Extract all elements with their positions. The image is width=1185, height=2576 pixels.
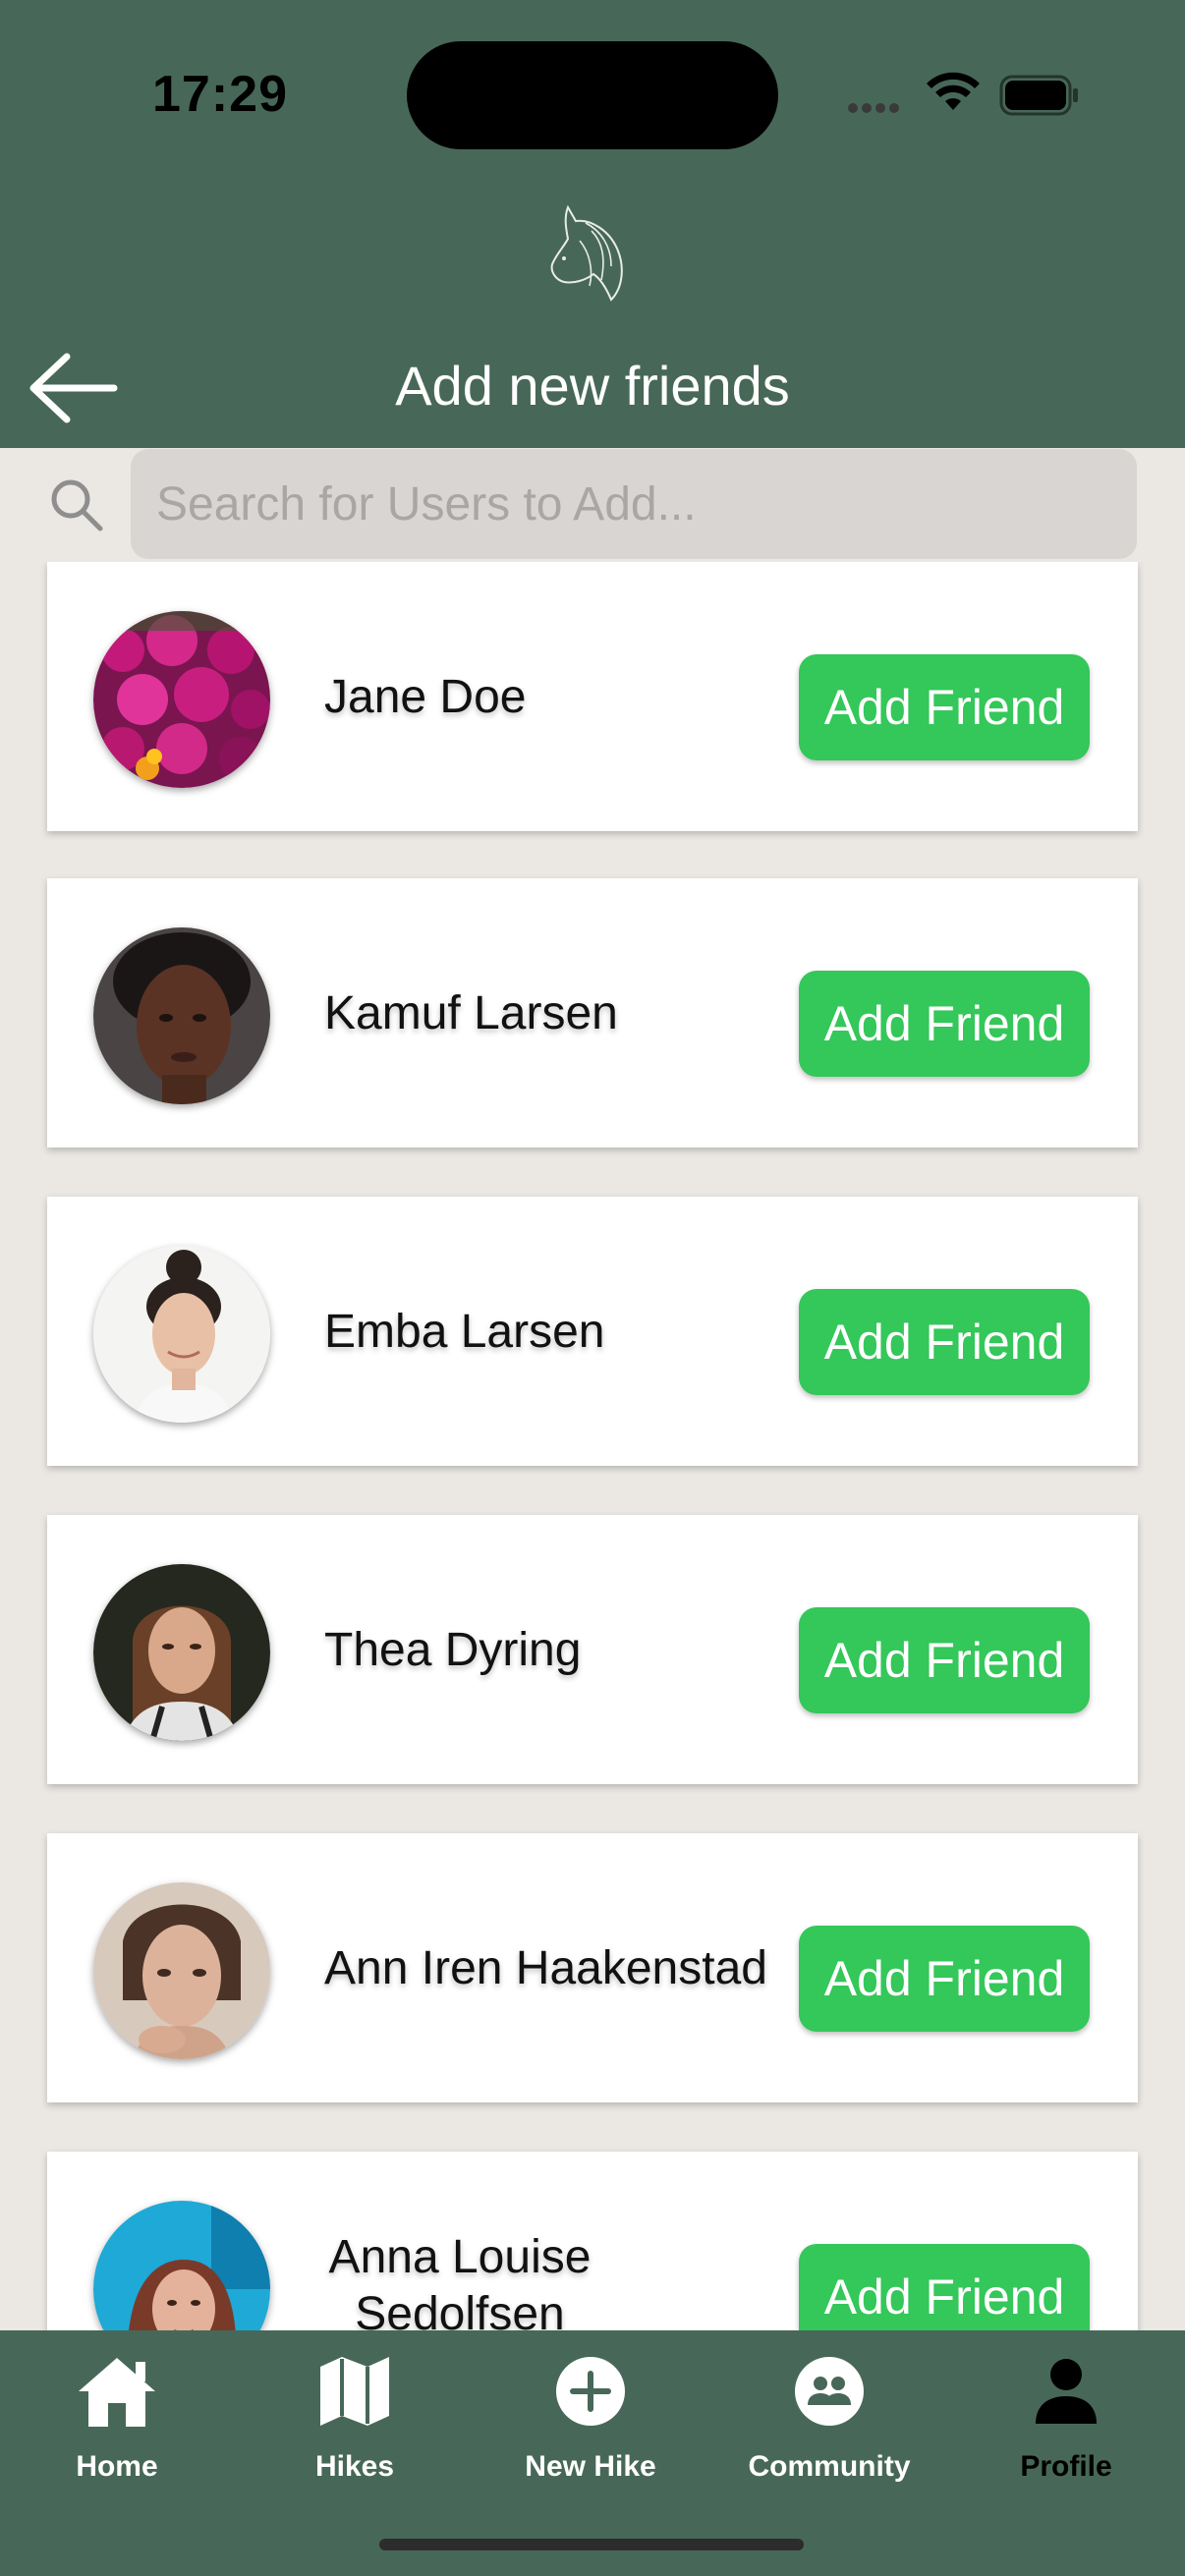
add-friend-button[interactable]: Add Friend: [799, 1289, 1090, 1395]
home-indicator: [379, 2539, 804, 2550]
dynamic-island: [407, 41, 778, 149]
plus-circle-icon: [555, 2350, 626, 2433]
user-card: Anna Louise Sedolfsen Add Friend: [47, 2152, 1138, 2330]
user-list: Jane Doe Add Friend Kamuf Larsen Add Fri…: [0, 562, 1185, 2330]
tab-home[interactable]: Home: [19, 2350, 215, 2497]
user-card: Ann Iren Haakenstad Add Friend: [47, 1833, 1138, 2102]
battery-icon: [999, 75, 1078, 116]
add-friend-button[interactable]: Add Friend: [799, 1607, 1090, 1713]
user-card: Thea Dyring Add Friend: [47, 1515, 1138, 1784]
avatar: [93, 927, 270, 1104]
user-name: Anna Louise Sedolfsen: [328, 2231, 592, 2330]
page-title: Add new friends: [395, 355, 790, 417]
user-card: Jane Doe Add Friend: [47, 562, 1138, 831]
horse-logo-icon: [550, 204, 623, 302]
user-card: Kamuf Larsen Add Friend: [47, 878, 1138, 1148]
user-name: Thea Dyring: [324, 1623, 582, 1676]
search-icon: [51, 479, 103, 532]
avatar: [93, 1882, 270, 2059]
tab-hikes[interactable]: Hikes: [256, 2350, 453, 2497]
tab-community[interactable]: Community: [731, 2350, 928, 2497]
tab-profile[interactable]: Profile: [968, 2350, 1164, 2497]
avatar: [93, 1246, 270, 1423]
user-name: Kamuf Larsen: [324, 986, 618, 1039]
tab-hikes-label: Hikes: [314, 2450, 395, 2483]
home-icon: [75, 2350, 159, 2433]
tab-profile-label: Profile: [1020, 2450, 1112, 2483]
map-icon: [318, 2350, 391, 2433]
avatar: [93, 2201, 270, 2330]
user-name: Jane Doe: [324, 670, 527, 723]
tab-community-label: Community: [748, 2450, 911, 2483]
user-name: Ann Iren Haakenstad: [324, 1941, 767, 1994]
add-friend-button[interactable]: Add Friend: [799, 654, 1090, 760]
user-name: Emba Larsen: [324, 1305, 605, 1358]
search-input[interactable]: [131, 449, 1137, 559]
tab-home-label: Home: [76, 2450, 158, 2483]
status-time: 17:29: [152, 66, 288, 123]
header: 17:29 Add new friends: [0, 0, 1185, 448]
tab-new-hike-label: New Hike: [525, 2450, 656, 2483]
user-card: Emba Larsen Add Friend: [47, 1197, 1138, 1466]
cellular-signal-icon: [848, 100, 903, 118]
tab-new-hike[interactable]: New Hike: [492, 2350, 689, 2497]
avatar: [93, 611, 270, 788]
person-icon: [1034, 2350, 1099, 2433]
add-friend-button[interactable]: Add Friend: [799, 971, 1090, 1077]
community-icon: [794, 2350, 865, 2433]
avatar: [93, 1564, 270, 1741]
add-friend-button[interactable]: Add Friend: [799, 1926, 1090, 2032]
wifi-icon: [927, 72, 980, 110]
add-friend-button[interactable]: Add Friend: [799, 2244, 1090, 2330]
